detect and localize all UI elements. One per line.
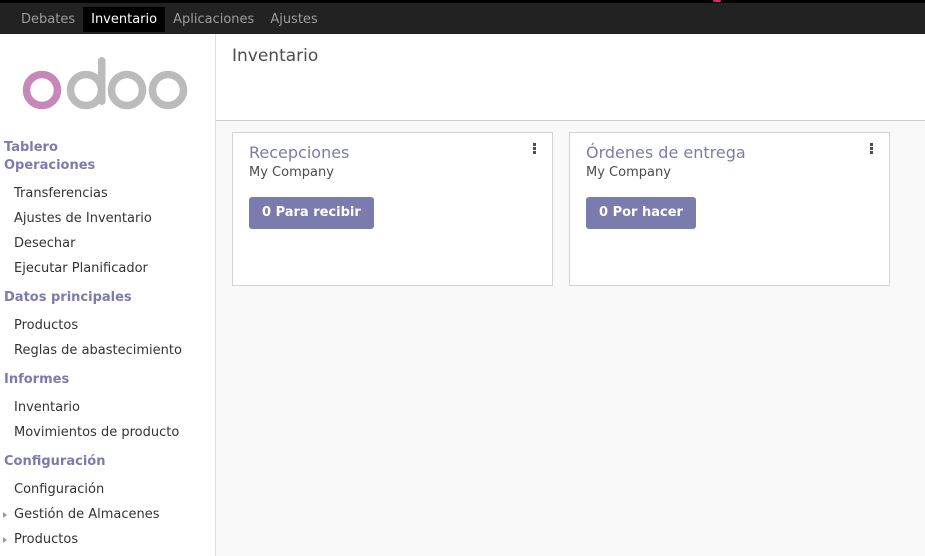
- sidebar-header-datos-principales[interactable]: Datos principales: [0, 283, 215, 313]
- para-recibir-button[interactable]: 0 Para recibir: [249, 197, 374, 229]
- odoo-logo[interactable]: [20, 54, 192, 116]
- card-ordenes-entrega: Órdenes de entrega My Company 0 Por hace…: [569, 132, 890, 286]
- breadcrumb: Inventario: [232, 46, 319, 66]
- sidebar-item-productos-config[interactable]: Productos: [0, 527, 215, 552]
- sidebar-nav: Tablero Operaciones Transferencias Ajust…: [0, 139, 215, 552]
- sidebar-item-desechar[interactable]: Desechar: [0, 231, 215, 256]
- sidebar-header-configuracion[interactable]: Configuración: [0, 447, 215, 477]
- caret-right-icon: [3, 511, 7, 518]
- kebab-icon[interactable]: [530, 143, 538, 157]
- sidebar-item-ajustes-inventario[interactable]: Ajustes de Inventario: [0, 206, 215, 231]
- app-menu: Debates Inventario Aplicaciones Ajustes: [13, 7, 326, 32]
- menu-inventario[interactable]: Inventario: [83, 7, 166, 32]
- sidebar-item-gestion-almacenes[interactable]: Gestión de Almacenes: [0, 502, 215, 527]
- kebab-icon[interactable]: [867, 143, 875, 157]
- card-title[interactable]: Recepciones: [249, 143, 349, 162]
- sidebar-item-productos[interactable]: Productos: [0, 313, 215, 338]
- top-navbar: Debates Inventario Aplicaciones Ajustes: [0, 0, 925, 34]
- sidebar-header-operaciones[interactable]: Operaciones: [0, 157, 215, 175]
- sidebar-item-movimientos-producto[interactable]: Movimientos de producto: [0, 420, 215, 445]
- card-company: My Company: [586, 165, 671, 180]
- sidebar-item-inventario[interactable]: Inventario: [0, 395, 215, 420]
- sidebar-item-reglas-abastecimiento[interactable]: Reglas de abastecimiento: [0, 338, 215, 363]
- por-hacer-button[interactable]: 0 Por hacer: [586, 197, 696, 229]
- notification-indicator: [713, 0, 721, 2]
- card-recepciones: Recepciones My Company 0 Para recibir: [232, 132, 553, 286]
- caret-right-icon: [3, 536, 7, 543]
- main-content: Inventario Recepciones My Company 0 Para…: [216, 34, 925, 556]
- menu-debates[interactable]: Debates: [13, 7, 83, 32]
- sidebar-item-tablero[interactable]: Tablero: [0, 139, 215, 157]
- sidebar-item-configuracion[interactable]: Configuración: [0, 477, 215, 502]
- sidebar-item-ejecutar-planificador[interactable]: Ejecutar Planificador: [0, 256, 215, 281]
- card-company: My Company: [249, 165, 334, 180]
- sidebar-item-transferencias[interactable]: Transferencias: [0, 181, 215, 206]
- control-panel: Inventario: [216, 34, 925, 121]
- sidebar-header-informes[interactable]: Informes: [0, 365, 215, 395]
- menu-ajustes[interactable]: Ajustes: [262, 7, 325, 32]
- sidebar-item-label: Productos: [14, 532, 79, 547]
- sidebar-item-label: Gestión de Almacenes: [14, 507, 160, 522]
- card-title[interactable]: Órdenes de entrega: [586, 143, 746, 162]
- menu-aplicaciones[interactable]: Aplicaciones: [165, 7, 262, 32]
- sidebar: Tablero Operaciones Transferencias Ajust…: [0, 34, 216, 556]
